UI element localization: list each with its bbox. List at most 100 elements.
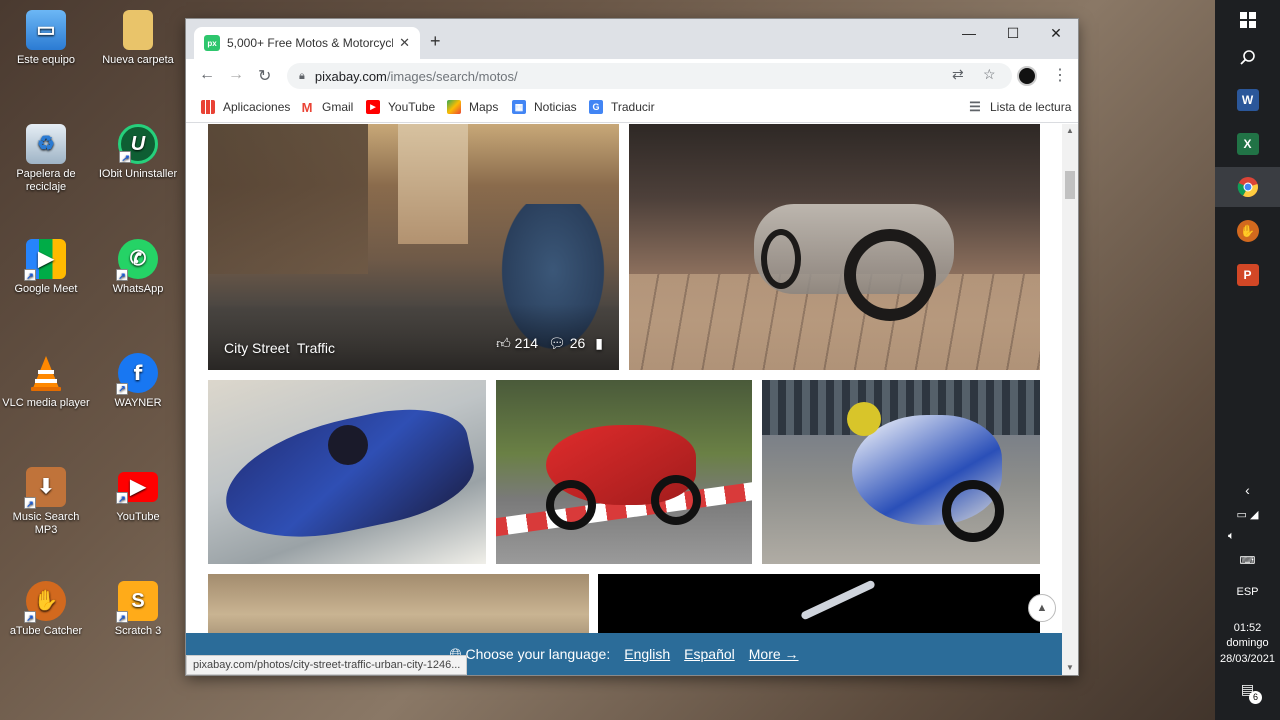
whatsapp-icon: ✆ ↗ (116, 239, 158, 281)
bookmark-aplicaciones[interactable]: Aplicaciones (201, 100, 290, 114)
folder-icon (123, 10, 153, 50)
wifi-icon: ◢ (1250, 509, 1259, 521)
shortcut-arrow-icon: ↗ (116, 611, 128, 623)
title-bar: px 5,000+ Free Motos & Motorcycle Images… (186, 19, 1078, 59)
youtube-icon: ▶ (366, 100, 380, 114)
desktop-icon-atube-catcher[interactable]: ✋ ↗ aTube Catcher (1, 581, 91, 638)
profile-avatar[interactable] (1017, 66, 1037, 86)
desktop-icon-label: Music Search MP3 (12, 511, 80, 536)
powerpoint-icon: P (1236, 264, 1259, 286)
language-english-link[interactable]: English (624, 646, 670, 662)
keyboard-icon[interactable]: ⌨ (1215, 555, 1280, 568)
forward-icon[interactable]: → (228, 66, 244, 84)
like-button[interactable]: 👍︎ 214 (496, 335, 538, 352)
language-more-link[interactable]: More → (749, 646, 799, 662)
photo-city-street-traffic[interactable]: City Street Traffic 👍︎ 214 💬︎ 26 ▮ (208, 124, 619, 370)
language-espanol-link[interactable]: Español (684, 646, 735, 662)
language-prompt: Choose your language: (465, 646, 611, 662)
desktop-icon-label: aTube Catcher (9, 625, 83, 637)
desktop-icon-label: Papelera de reciclaje (16, 168, 76, 193)
vertical-scrollbar[interactable]: ▲ ▼ (1062, 124, 1078, 675)
address-bar[interactable]: 🔒︎ pixabay.com/images/search/motos/ (287, 63, 1012, 89)
maps-icon (447, 100, 461, 114)
reading-list[interactable]: ☰ Lista de lectura (968, 99, 1072, 114)
music-search-icon: ⬇ ↗ (24, 467, 66, 509)
close-button[interactable]: ✕ (1036, 25, 1076, 42)
wheel-shape (844, 229, 936, 321)
photo-red-racer[interactable] (496, 380, 752, 564)
desktop-icon-whatsapp[interactable]: ✆ ↗ WhatsApp (93, 239, 183, 296)
shortcut-arrow-icon: ↗ (119, 151, 131, 163)
photo-caption[interactable]: City Street Traffic (224, 340, 335, 356)
comment-button[interactable]: 💬︎ 26 (548, 335, 585, 352)
battery-icon: ▭ (1236, 509, 1247, 521)
clock-time[interactable]: 01:52 (1215, 622, 1280, 635)
start-button[interactable] (1215, 0, 1280, 40)
reading-list-label: Lista de lectura (990, 100, 1072, 114)
show-hidden-icons[interactable]: ‹ (1215, 483, 1280, 497)
taskbar-atube-catcher[interactable]: ✋ (1215, 211, 1280, 251)
bookmark-gmail[interactable]: M Gmail (300, 100, 353, 115)
search-button[interactable] (1215, 38, 1280, 78)
computer-icon: ▭ (26, 10, 66, 50)
shortcut-arrow-icon: ↗ (116, 492, 128, 504)
photo-yamaha-racer[interactable] (208, 380, 486, 564)
scroll-thumb[interactable] (1065, 171, 1075, 199)
back-icon[interactable]: ← (199, 66, 215, 84)
desktop-icon-label: VLC media player (2, 397, 90, 409)
desktop-icon-label: Scratch 3 (114, 625, 162, 637)
desktop-icon-music-search[interactable]: ⬇ ↗ Music Search MP3 (1, 467, 91, 537)
browser-tab[interactable]: px 5,000+ Free Motos & Motorcycle Images… (194, 27, 420, 59)
taskbar-chrome[interactable] (1215, 167, 1280, 207)
arrow-up-icon: ▲ (1036, 602, 1048, 614)
bookmark-maps[interactable]: Maps (447, 100, 498, 114)
notification-center-button[interactable]: ▤ 6 (1215, 682, 1280, 704)
bookmark-label: Traducir (611, 100, 655, 114)
desktop-icon-youtube[interactable]: ▶ ↗ YouTube (93, 467, 183, 524)
tab-close-icon[interactable]: ✕ (399, 35, 410, 51)
bookmark-icon[interactable]: ▮ (595, 335, 603, 352)
desktop-icon-iobit[interactable]: U ↗ IObit Uninstaller (93, 124, 183, 181)
news-icon: ▦ (512, 100, 526, 114)
battery-wifi-tray[interactable]: ▭ ◢ (1215, 509, 1280, 522)
volume-icon[interactable]: 🔈︎ (1215, 530, 1280, 543)
desktop-icon-google-meet[interactable]: ▶ ↗ Google Meet (1, 239, 91, 296)
bookmark-noticias[interactable]: ▦ Noticias (512, 100, 577, 114)
photo-white-racer[interactable] (762, 380, 1040, 564)
bookmark-label: Aplicaciones (223, 100, 291, 114)
taskbar-powerpoint[interactable]: P (1215, 255, 1280, 295)
iobit-uninstaller-icon: U ↗ (118, 124, 158, 164)
bookmark-youtube[interactable]: ▶ YouTube (366, 100, 435, 114)
reload-icon[interactable]: ↻ (258, 66, 271, 86)
desktop-icon-papelera[interactable]: ♻ Papelera de reciclaje (1, 124, 91, 194)
minimize-button[interactable]: — (949, 25, 989, 41)
language-indicator[interactable]: ESP (1215, 586, 1280, 599)
url-path: /images/search/motos/ (386, 68, 518, 84)
translate-page-icon[interactable]: ⇄ (952, 66, 964, 83)
scroll-up-arrow-icon[interactable]: ▲ (1066, 126, 1074, 135)
desktop-icon-nueva-carpeta[interactable]: Nueva carpeta (93, 10, 183, 67)
scroll-to-top-button[interactable]: ▲ (1028, 594, 1056, 622)
excel-icon: X (1236, 133, 1259, 155)
bookmark-star-icon[interactable]: ☆ (983, 66, 996, 83)
wheel-shape (651, 475, 701, 525)
search-icon (1239, 50, 1255, 65)
taskbar-word[interactable]: W (1215, 80, 1280, 120)
clock-day: domingo (1226, 637, 1269, 649)
page-viewport: City Street Traffic 👍︎ 214 💬︎ 26 ▮ ▲ 🌐︎ … (186, 124, 1062, 675)
scroll-down-arrow-icon[interactable]: ▼ (1066, 663, 1074, 672)
maximize-button[interactable]: ☐ (993, 25, 1033, 42)
desktop-icon-wayner[interactable]: f ↗ WAYNER (93, 353, 183, 410)
browser-window: px 5,000+ Free Motos & Motorcycle Images… (186, 19, 1078, 675)
desktop-icon-scratch[interactable]: S ↗ Scratch 3 (93, 581, 183, 638)
vlc-icon (26, 353, 66, 393)
desktop-icon-este-equipo[interactable]: ▭ Este equipo (1, 10, 91, 67)
pixabay-favicon-icon: px (204, 35, 220, 51)
photo-garage-motorcycle[interactable] (629, 124, 1040, 370)
desktop-icon-vlc[interactable]: VLC media player (1, 353, 91, 410)
taskbar-excel[interactable]: X (1215, 124, 1280, 164)
menu-dots-icon[interactable]: ⋮ (1052, 65, 1068, 85)
tab-title: 5,000+ Free Motos & Motorcycle Images - … (227, 36, 393, 50)
new-tab-button[interactable]: + (430, 31, 441, 52)
bookmark-traducir[interactable]: G Traducir (589, 100, 655, 114)
